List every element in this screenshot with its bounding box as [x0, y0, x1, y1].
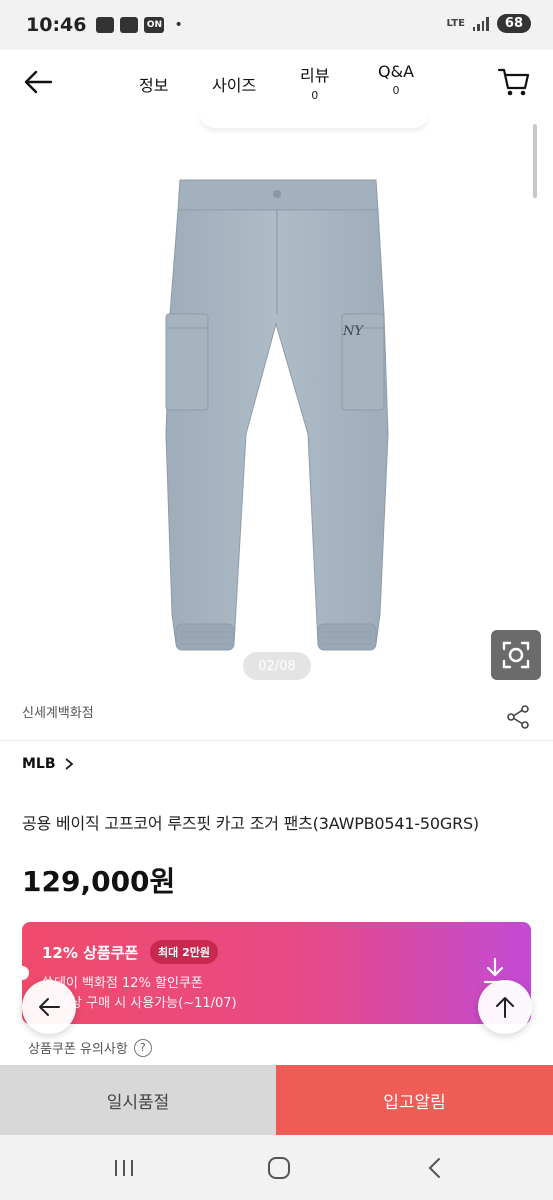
- on-notification-icon: ON: [144, 17, 165, 33]
- arrow-left-icon: [39, 998, 60, 1016]
- coupon-notch: [15, 966, 29, 980]
- scroll-top-button[interactable]: [478, 980, 532, 1034]
- header-tab-indicator: [200, 114, 428, 128]
- recent-apps-icon: [115, 1160, 133, 1176]
- tab-size[interactable]: 사이즈: [212, 72, 256, 96]
- battery-level: 68: [496, 14, 531, 33]
- product-logo: NY: [342, 324, 364, 339]
- arrow-left-icon: [24, 70, 53, 94]
- brand-link[interactable]: MLB: [22, 756, 74, 772]
- scroll-indicator: [533, 124, 537, 198]
- sold-out-button[interactable]: 일시품절: [0, 1065, 276, 1135]
- coupon-banner[interactable]: 12% 상품쿠폰 최대 2만원 쓱데이 백화점 12% 할인쿠폰 원 이상 구매…: [15, 922, 531, 1024]
- tab-qna-count: 0: [392, 84, 400, 97]
- tab-qna[interactable]: Q&A 0: [378, 62, 414, 97]
- coupon-notice-label: 상품쿠폰 유의사항: [28, 1042, 128, 1057]
- image-pager: 02/08: [243, 652, 311, 680]
- product-image-gallery[interactable]: NY 02/08: [0, 114, 553, 694]
- product-price: 129,000원: [22, 865, 176, 898]
- coupon-title: 12% 상품쿠폰: [42, 944, 139, 962]
- system-nav-bar: [0, 1135, 553, 1200]
- home-icon: [268, 1157, 290, 1179]
- tab-info-label: 정보: [139, 76, 169, 95]
- product-header: 정보 사이즈 리뷰 0 Q&A 0: [0, 50, 553, 114]
- signal-icon: [472, 16, 489, 31]
- tab-review[interactable]: 리뷰 0: [300, 62, 329, 102]
- share-button[interactable]: [505, 704, 531, 730]
- status-time: 10:46: [26, 14, 87, 36]
- tab-qna-label: Q&A: [378, 62, 415, 81]
- question-icon: ?: [133, 1038, 152, 1057]
- home-button[interactable]: [259, 1153, 299, 1183]
- product-image: NY: [165, 179, 389, 651]
- cart-icon: [497, 68, 530, 96]
- gallery-notification-icon: [96, 17, 115, 33]
- recent-apps-button[interactable]: [104, 1153, 144, 1183]
- lens-icon: [502, 641, 530, 669]
- nav-back-button[interactable]: [414, 1153, 454, 1183]
- floating-back-button[interactable]: [22, 980, 76, 1034]
- share-icon: [507, 705, 529, 729]
- store-name: 신세계백화점: [22, 706, 94, 721]
- product-title: 공용 베이직 고프코어 루즈핏 카고 조거 팬츠(3AWPB0541-50GRS…: [22, 814, 479, 833]
- chevron-right-icon: [64, 758, 73, 770]
- tab-info[interactable]: 정보: [139, 72, 168, 96]
- tab-size-label: 사이즈: [212, 76, 257, 95]
- coupon-notice-link[interactable]: 상품쿠폰 유의사항 ?: [28, 1038, 152, 1057]
- arrow-up-icon: [496, 997, 514, 1018]
- restock-alert-label: 입고알림: [383, 1092, 446, 1113]
- app-notification-icon: [120, 17, 139, 33]
- status-indicators: LTE 68: [447, 14, 531, 33]
- restock-alert-button[interactable]: 입고알림: [276, 1065, 553, 1135]
- cart-button[interactable]: [497, 66, 531, 98]
- divider: [0, 740, 553, 741]
- tab-review-count: 0: [311, 89, 319, 102]
- sold-out-label: 일시품절: [106, 1092, 170, 1113]
- chevron-left-icon: [428, 1158, 440, 1178]
- more-notifications-dot: •: [174, 17, 183, 33]
- network-type: LTE: [446, 18, 465, 29]
- tab-review-label: 리뷰: [300, 66, 330, 85]
- brand-name: MLB: [22, 756, 56, 772]
- image-search-button[interactable]: [491, 630, 541, 680]
- status-bar: 10:46 ON • LTE 68: [0, 0, 553, 50]
- coupon-badge: 최대 2만원: [150, 940, 218, 964]
- back-button[interactable]: [18, 64, 58, 100]
